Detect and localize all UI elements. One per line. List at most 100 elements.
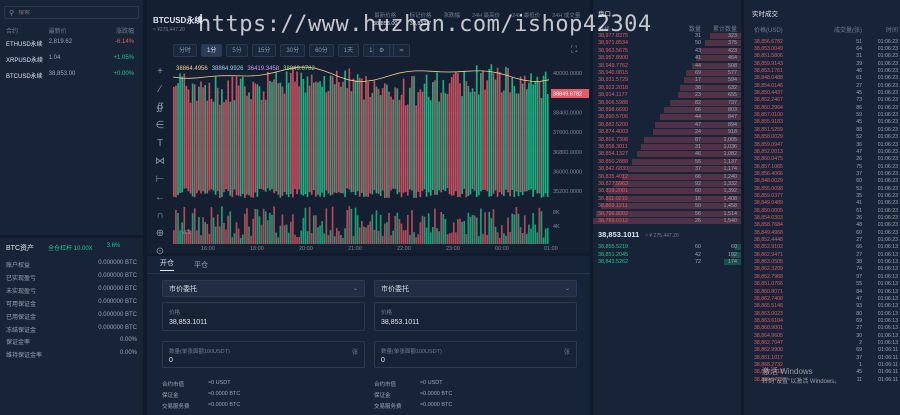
ask-row[interactable]: 38,854.1327 46 1,082 [593, 150, 741, 158]
candle [477, 94, 480, 196]
candle [486, 80, 489, 192]
trade-qty: 61 [856, 207, 862, 214]
candle [482, 70, 484, 191]
trade-row: 38,851.5806 31 01:06:23 [744, 53, 900, 60]
candle [175, 85, 177, 198]
ask-row[interactable]: 38,819.2001 60 1,392 [593, 187, 741, 195]
volume-bar [352, 235, 355, 244]
ask-row[interactable]: 38,898.6690 66 803 [593, 106, 741, 114]
book-price: 38,890.5706 [598, 114, 628, 121]
volume-bar [388, 212, 390, 244]
candle [356, 74, 359, 192]
trade-price: 38,862.3209 [754, 266, 783, 273]
book-total: 375 [728, 40, 737, 47]
trade-row: 38,855.9183 45 01:06:23 [744, 119, 900, 126]
trade-row: 38,852.2467 73 01:06:23 [744, 97, 900, 104]
search-input[interactable] [18, 9, 129, 16]
book-total: 1,540 [723, 218, 738, 224]
trade-row: 38,858.0029 52 01:06:23 [744, 134, 900, 141]
market-symbol: XRPUSD永续 [6, 58, 44, 64]
book-qty: 60 [695, 188, 701, 195]
volume-bar [296, 236, 298, 244]
volume-bar [175, 209, 177, 244]
ask-row[interactable]: 38,949.7762 44 508 [593, 62, 741, 70]
bid-row[interactable]: 38,855.5219 60 60 [593, 243, 741, 251]
ask-row[interactable]: 38,827.5963 92 1,332 [593, 180, 741, 188]
candlestick-chart[interactable]: 40000.000039200.000038400.000037600.0000… [147, 0, 590, 253]
ask-row[interactable]: 38,882.5200 47 894 [593, 121, 741, 129]
chevron-down-icon: ⌄ [564, 286, 570, 292]
market-row[interactable]: BTCUSD永续 38,853.00 +0.00% [6, 71, 134, 80]
asset-label: 保证金率 [6, 340, 31, 347]
ask-row[interactable]: 38,940.0815 69 577 [593, 69, 741, 77]
book-qty: 43 [695, 47, 701, 54]
volume-bar [409, 234, 411, 244]
candle [457, 73, 459, 198]
volume-bar [425, 227, 428, 244]
volume-bar [467, 212, 470, 244]
ask-row[interactable]: 38,842.6830 37 1,174 [593, 165, 741, 173]
bid-row[interactable]: 38,851.2045 42 102 [593, 251, 741, 259]
price-field[interactable]: 价格 38,853.1011 [162, 302, 365, 331]
market-header-change[interactable]: 涨跌幅 [91, 26, 134, 35]
ask-row[interactable]: 38,858.3011 31 1,036 [593, 143, 741, 151]
tab-open[interactable]: 开仓 [160, 258, 174, 271]
ask-row[interactable]: 38,803.1211 50 1,458 [593, 202, 741, 210]
candle [181, 76, 184, 193]
candle [361, 78, 363, 194]
ask-row[interactable]: 38,874.4003 24 918 [593, 128, 741, 136]
volume-bar [287, 232, 290, 244]
volume-bar [394, 215, 397, 244]
volume-bar [521, 233, 524, 244]
ask-row[interactable]: 38,850.2888 55 1,137 [593, 158, 741, 166]
ask-row[interactable]: 38,789.0312 26 1,540 [593, 217, 741, 225]
bid-row[interactable]: 38,843.5262 72 174 [593, 258, 741, 266]
leverage-badge[interactable]: 全仓杠杆 10.00X [48, 243, 93, 253]
order-type-select[interactable]: 市价委托 ⌄ [374, 280, 577, 297]
market-row[interactable]: ETHUSD永续 2,819.62 -6.14% [6, 39, 134, 48]
ask-row[interactable]: 38,890.5706 44 847 [593, 113, 741, 121]
ask-row[interactable]: 38,922.2018 38 632 [593, 84, 741, 92]
trade-price: 38,849.4968 [754, 229, 783, 236]
ask-row[interactable]: 38,906.5988 82 737 [593, 99, 741, 107]
trade-row: 38,848.0029 60 01:06:23 [744, 178, 900, 185]
order-type-select[interactable]: 市价委托 ⌄ [162, 280, 365, 297]
order-info-label: 保证金 [162, 393, 179, 399]
trade-row: 38,851.0766 55 01:06:13 [744, 281, 900, 288]
candle [218, 104, 221, 198]
search-box[interactable]: ⚲ [4, 6, 139, 19]
volume-bar [333, 236, 336, 244]
ask-row[interactable]: 38,866.7398 87 1,005 [593, 136, 741, 144]
volume-bar [427, 213, 430, 244]
ask-row[interactable]: 38,931.5729 17 594 [593, 76, 741, 84]
volume-bar [363, 226, 365, 244]
ask-row[interactable]: 38,977.8375 31 323 [593, 32, 741, 40]
ask-row[interactable]: 38,957.8900 41 464 [593, 54, 741, 62]
candle [496, 67, 499, 197]
asset-row: 未实现盈亏 0.000000 BTC [6, 286, 137, 295]
ask-row[interactable]: 38,914.1177 23 655 [593, 91, 741, 99]
tab-close[interactable]: 平仓 [194, 260, 208, 270]
volume-bar [480, 208, 482, 244]
ask-row[interactable]: 38,963.5675 43 423 [593, 47, 741, 55]
volume-bar [187, 229, 190, 244]
quantity-field[interactable]: 数量(单张面额100USDT) 0 张 [374, 341, 577, 368]
candle [185, 85, 188, 189]
ask-row[interactable]: 38,971.8534 50 375 [593, 39, 741, 47]
trade-row: 38,862.3209 74 01:06:13 [744, 266, 900, 273]
book-qty: 38 [695, 84, 701, 91]
order-info-row: 合约市值 ≈0 USDT [162, 380, 365, 388]
ask-row[interactable]: 38,811.0210 16 1,408 [593, 195, 741, 203]
volume-bar [279, 225, 282, 244]
ask-row[interactable]: 38,796.8002 56 1,514 [593, 210, 741, 218]
order-info-row: 保证金 ≈0.0000 BTC [374, 391, 577, 399]
trade-time: 01:06:23 [877, 60, 898, 67]
candle [312, 82, 315, 191]
market-row[interactable]: XRPUSD永续 1.04 +1.05% [6, 55, 134, 64]
book-price: 38,858.3011 [598, 144, 628, 150]
volume-bar [218, 226, 221, 244]
price-field[interactable]: 价格 38,853.1011 [374, 302, 577, 331]
trade-price: 38,862.9900 [754, 347, 783, 354]
ask-row[interactable]: 38,835.4012 66 1,240 [593, 173, 741, 181]
quantity-field[interactable]: 数量(单张面额100USDT) 0 张 [162, 341, 365, 368]
